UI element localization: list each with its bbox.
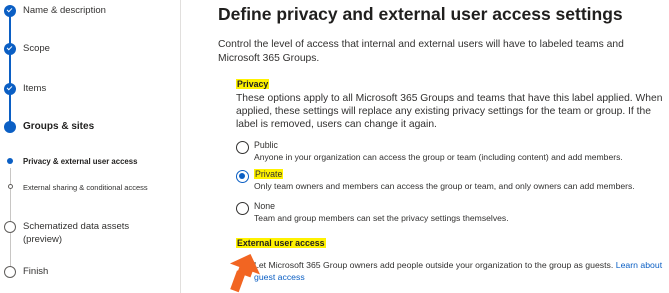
step-label: Finish [23, 266, 49, 277]
page-description: Control the level of access that interna… [218, 39, 624, 64]
step-label: External sharing & conditional access [23, 183, 148, 192]
radio-description: Team and group members can set the priva… [254, 213, 509, 223]
external-access-checkbox-row[interactable]: Let Microsoft 365 Group owners add peopl… [254, 259, 664, 283]
step-label: Schematized data assets (preview) [23, 221, 130, 245]
privacy-heading-text: Privacy [236, 79, 270, 89]
step-label: Scope [23, 43, 50, 54]
privacy-heading: Privacy [236, 79, 270, 89]
step-label: Privacy & external user access [23, 157, 138, 166]
radio-selected-icon[interactable] [236, 170, 249, 183]
radio-label: Public [254, 140, 278, 150]
check-circle-icon [4, 83, 16, 95]
substep-circle-icon [7, 184, 13, 189]
privacy-description: These options apply to all Microsoft 365… [236, 93, 663, 130]
check-circle-icon [4, 43, 16, 55]
remaining-rail [9, 168, 11, 268]
radio-description: Anyone in your organization can access t… [254, 152, 623, 162]
radio-description: Only team owners and members can access … [254, 181, 635, 191]
external-access-heading-text: External user access [236, 238, 326, 248]
external-access-heading: External user access [236, 238, 326, 248]
page-title: Define privacy and external user access … [218, 4, 623, 24]
current-substep-dot-icon [7, 158, 13, 164]
radio-circle-icon[interactable] [236, 202, 249, 215]
radio-label: None [254, 201, 276, 211]
external-access-description: Let Microsoft 365 Group owners add peopl… [254, 260, 614, 270]
step-circle-icon [4, 266, 16, 278]
orange-cursor-arrow-icon [229, 253, 261, 293]
radio-label: Private [254, 169, 284, 179]
step-circle-icon [4, 221, 16, 233]
step-navigation: Name & description Scope Items Groups & … [0, 0, 181, 293]
current-step-dot-icon [4, 121, 16, 133]
step-label: Name & description [23, 5, 106, 16]
step-label: Groups & sites [23, 121, 95, 132]
step-label: Items [23, 83, 47, 94]
check-circle-icon [4, 5, 16, 17]
progress-rail [9, 16, 11, 126]
radio-circle-icon[interactable] [236, 141, 249, 154]
